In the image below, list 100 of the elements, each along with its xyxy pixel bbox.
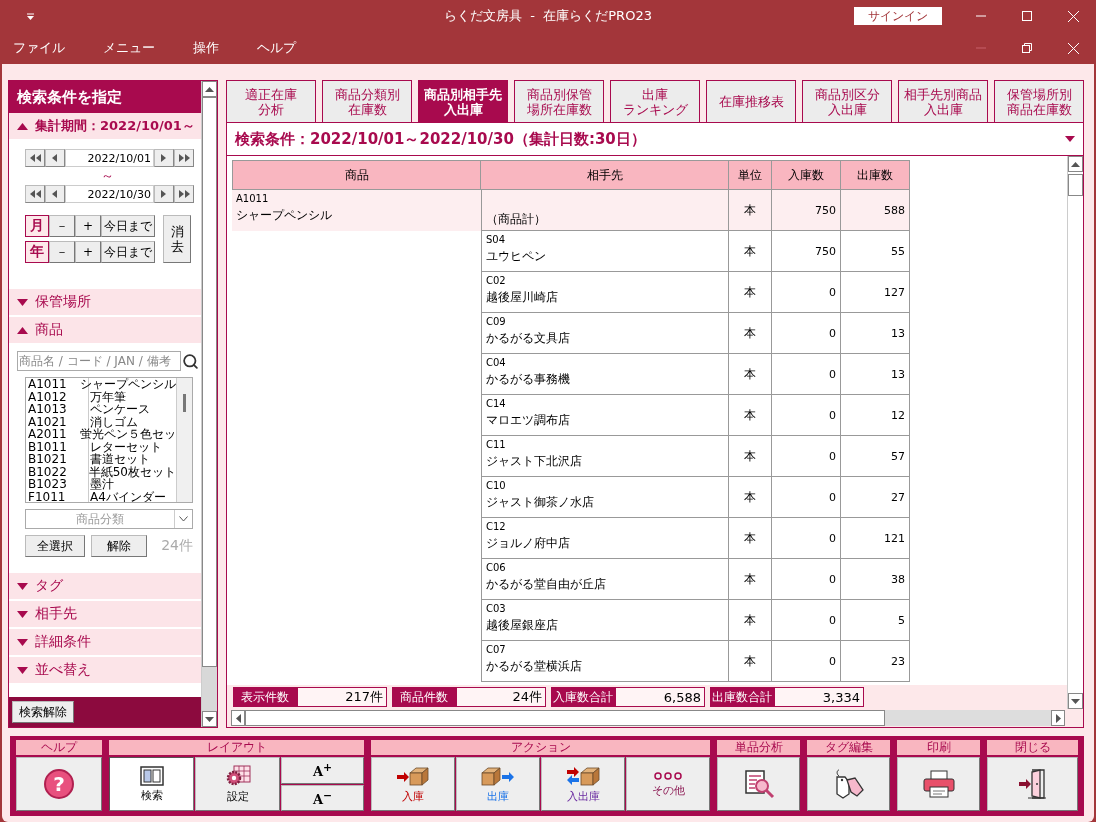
group-title: 印刷 xyxy=(897,740,980,755)
quick-access-icon[interactable] xyxy=(26,12,35,21)
report-tab[interactable]: 商品別相手先 入出庫 xyxy=(418,80,508,122)
column-header[interactable]: 出庫数 xyxy=(841,160,910,190)
previous-button[interactable] xyxy=(45,185,65,203)
menu-item[interactable]: ヘルプ xyxy=(257,39,296,57)
condition-text: 検索条件：2022/10/01～2022/10/30（集計日数:30日） xyxy=(235,129,646,149)
section-header[interactable]: 詳細条件 xyxy=(9,629,201,655)
report-tab[interactable]: 出庫 ランキング xyxy=(610,80,700,122)
report-tab[interactable]: 在庫推移表 xyxy=(706,80,796,122)
out-button[interactable]: 出庫 xyxy=(456,757,540,811)
last-button[interactable] xyxy=(174,185,194,203)
scroll-thumb[interactable] xyxy=(1068,174,1083,196)
today-button[interactable]: 今日まで xyxy=(101,241,155,263)
product-name: 蛍光ペン５色セッ xyxy=(80,428,176,441)
table-cell: 本 xyxy=(729,559,772,600)
column-header[interactable]: 相手先 xyxy=(481,160,729,190)
partner-code: C11 xyxy=(486,438,507,452)
partner-code: C09 xyxy=(486,315,507,329)
more-button[interactable]: その他 xyxy=(626,757,710,811)
list-scrollbar[interactable] xyxy=(176,378,192,502)
print-button[interactable] xyxy=(897,757,980,811)
in-button[interactable]: 入庫 xyxy=(371,757,455,811)
font-smaller-button[interactable]: A$^{−}$ xyxy=(281,784,364,811)
plus-button[interactable]: + xyxy=(75,215,101,237)
column-header[interactable]: 単位 xyxy=(729,160,772,190)
scroll-thumb[interactable] xyxy=(202,97,217,667)
section-header[interactable]: 保管場所 xyxy=(9,289,201,315)
first-button[interactable] xyxy=(25,185,45,203)
today-button[interactable]: 今日まで xyxy=(101,215,155,237)
table-cell: 0 xyxy=(772,354,841,395)
section-header[interactable]: 商品 xyxy=(9,317,201,343)
table-cell: 0 xyxy=(772,518,841,559)
table-cell: 23 xyxy=(841,641,910,682)
menu-item[interactable]: 操作 xyxy=(193,39,219,57)
scroll-thumb[interactable] xyxy=(183,394,186,412)
product-list[interactable]: A1011 シャープペンシル A1012 万年筆 A1013 ペンケース A1021 消しゴム A2011 蛍光ペン５色セッ B1011 レターセット B1021 書道セット B1022 半紙50枚セット B1023 墨汁 F1011 A4バインダー xyxy=(25,377,193,503)
sign-in-button[interactable]: サインイン xyxy=(854,7,942,25)
close-button[interactable] xyxy=(987,757,1078,811)
vertical-scrollbar[interactable] xyxy=(201,81,217,727)
font-larger-button[interactable]: A$^{+}$ xyxy=(281,757,364,784)
plus-button[interactable]: + xyxy=(75,241,101,263)
item-count: 24件 xyxy=(161,537,193,555)
menu-item[interactable]: ファイル xyxy=(13,39,65,57)
left-icon xyxy=(52,190,58,198)
report-tab[interactable]: 商品分類別 在庫数 xyxy=(322,80,412,122)
table-cell: 0 xyxy=(772,477,841,518)
report-tab[interactable]: 相手先別商品 入出庫 xyxy=(898,80,988,122)
section-header[interactable]: 並べ替え xyxy=(9,657,201,683)
report-tab[interactable]: 商品別保管 場所在庫数 xyxy=(514,80,604,122)
partner-code: C06 xyxy=(486,561,507,575)
partner-name: かるがる事務機 xyxy=(486,371,571,388)
product-name: 万年筆 xyxy=(90,390,126,403)
date-field[interactable]: 2022/10/01 xyxy=(65,149,154,167)
last-button[interactable] xyxy=(174,149,194,167)
settings-button[interactable]: 設定 xyxy=(195,757,280,811)
minus-button[interactable]: － xyxy=(49,215,75,237)
gear-settings-icon xyxy=(224,764,251,787)
vertical-scrollbar[interactable] xyxy=(1067,156,1083,709)
partner-name: かるがる文具店 xyxy=(486,330,571,347)
product-name: シャープペンシル xyxy=(80,378,176,391)
menu-item[interactable]: メニュー xyxy=(103,39,155,57)
tag-button[interactable] xyxy=(807,757,890,811)
help-button[interactable]: ? xyxy=(16,757,102,811)
product-code: A1011 xyxy=(27,378,68,391)
horizontal-scrollbar[interactable] xyxy=(231,710,1065,726)
date-field[interactable]: 2022/10/30 xyxy=(65,185,154,203)
search-field[interactable]: 商品名 / コード / JAN / 備考 xyxy=(17,351,181,371)
next-button[interactable] xyxy=(154,185,174,203)
column-header[interactable]: 入庫数 xyxy=(772,160,841,190)
partner-code: C10 xyxy=(486,479,507,493)
inout-button[interactable]: 入出庫 xyxy=(541,757,625,811)
right-icon xyxy=(161,154,167,162)
minus-button[interactable]: － xyxy=(49,241,75,263)
dropdown-icon[interactable] xyxy=(1065,136,1075,142)
search-icon[interactable] xyxy=(182,352,199,370)
group-title: アクション xyxy=(371,740,710,755)
clear-search-button[interactable]: 検索解除 xyxy=(12,701,74,723)
report-tab[interactable]: 商品別区分 入出庫 xyxy=(802,80,892,122)
product-code: F1011 xyxy=(27,490,67,502)
clear-button[interactable]: 消去 xyxy=(163,215,191,263)
scroll-thumb[interactable] xyxy=(245,710,885,726)
partner-name: ジョルノ府中店 xyxy=(486,535,571,552)
section-header[interactable]: タグ xyxy=(9,573,201,599)
report-tab[interactable]: 保管場所別 商品在庫数 xyxy=(994,80,1084,122)
next-button[interactable] xyxy=(154,149,174,167)
previous-button[interactable] xyxy=(45,149,65,167)
analyze-button[interactable] xyxy=(717,757,800,811)
select-all-button[interactable]: 全選択 xyxy=(25,535,85,557)
table-cell: 27 xyxy=(841,477,910,518)
document-magnifier-icon xyxy=(742,768,775,800)
section-header[interactable]: 集計期間：2022/10/01～ xyxy=(9,113,201,139)
product-name: 半紙50枚セット xyxy=(88,465,176,478)
table-cell: 本 xyxy=(729,641,772,682)
section-header[interactable]: 相手先 xyxy=(9,601,201,627)
layout-button[interactable]: 検索 xyxy=(109,757,194,811)
report-tab[interactable]: 適正在庫 分析 xyxy=(226,80,316,122)
deselect-button[interactable]: 解除 xyxy=(91,535,147,557)
first-button[interactable] xyxy=(25,149,45,167)
column-header[interactable]: 商品 xyxy=(232,160,481,190)
